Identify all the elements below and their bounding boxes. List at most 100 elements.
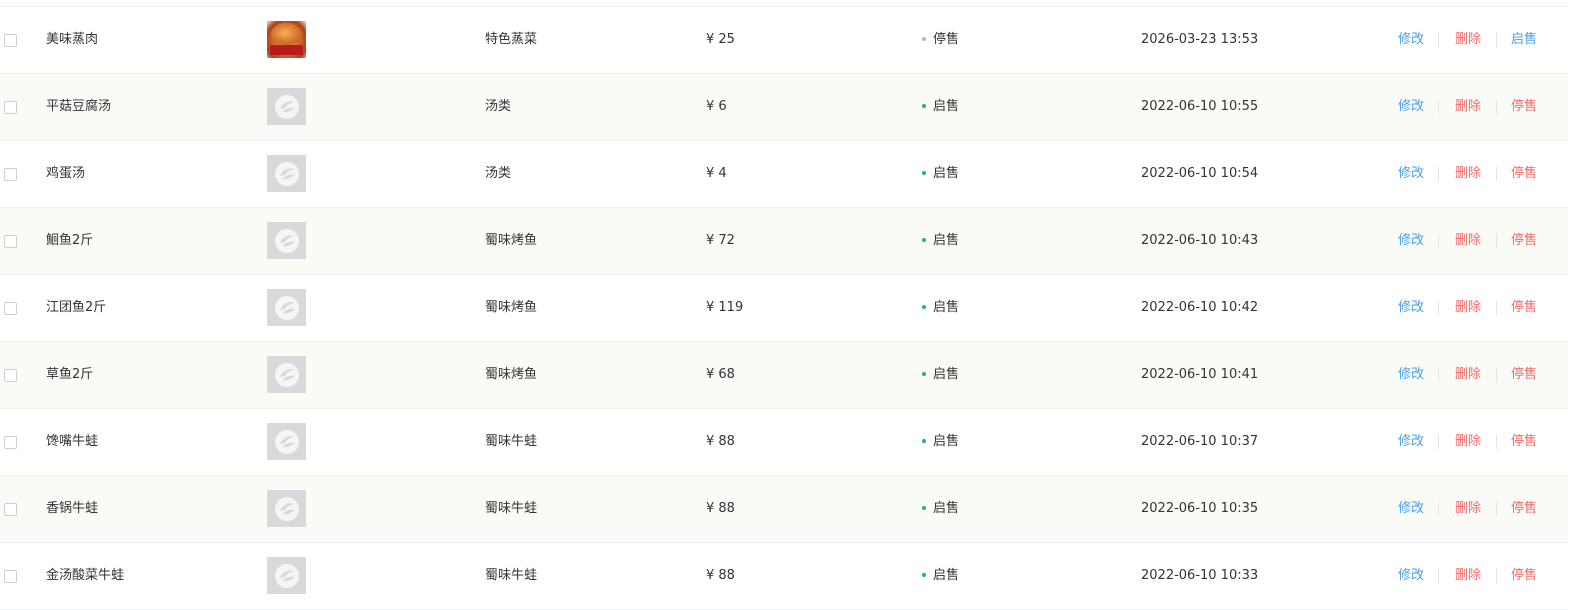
dish-price: ¥ 119 [706, 300, 744, 315]
action-divider [1438, 33, 1439, 47]
toggle-sale-button[interactable]: 停售 [1511, 275, 1537, 341]
status-label: 启售 [933, 434, 960, 449]
status-label: 启售 [933, 166, 960, 181]
edit-button[interactable]: 修改 [1398, 7, 1424, 73]
row-checkbox[interactable] [4, 503, 17, 516]
status-label: 停售 [933, 32, 960, 47]
row-checkbox[interactable] [4, 570, 17, 583]
action-divider [1496, 167, 1497, 181]
toggle-sale-button[interactable]: 停售 [1511, 74, 1537, 140]
status-label: 启售 [933, 501, 960, 516]
edit-button[interactable]: 修改 [1398, 74, 1424, 140]
dish-category: 蜀味烤鱼 [485, 367, 538, 382]
toggle-sale-button[interactable]: 停售 [1511, 141, 1537, 207]
row-checkbox[interactable] [4, 101, 17, 114]
update-time: 2022-06-10 10:55 [1141, 99, 1259, 114]
row-select-cell [4, 342, 18, 408]
placeholder-logo-icon[interactable] [267, 490, 306, 527]
dish-category: 蜀味烤鱼 [485, 233, 538, 248]
status-dot-icon [922, 505, 926, 510]
placeholder-logo-icon[interactable] [267, 289, 306, 326]
dish-category: 蜀味烤鱼 [485, 300, 538, 315]
update-time: 2022-06-10 10:42 [1141, 300, 1259, 315]
toggle-sale-button[interactable]: 停售 [1511, 543, 1537, 609]
toggle-sale-button[interactable]: 停售 [1511, 409, 1537, 475]
edit-button[interactable]: 修改 [1398, 543, 1424, 609]
row-select-cell [4, 141, 18, 207]
status-cell: 启售 [922, 208, 959, 274]
dish-image-cell [267, 543, 306, 609]
table-row: 香锅牛蛙 蜀味牛蛙 ¥ 88 启售 2022-06-10 10:35 修改 删除… [0, 476, 1568, 543]
edit-button[interactable]: 修改 [1398, 208, 1424, 274]
delete-button[interactable]: 删除 [1455, 74, 1481, 140]
action-divider [1438, 234, 1439, 248]
action-divider [1438, 502, 1439, 516]
status-dot-icon [922, 36, 926, 41]
delete-button[interactable]: 删除 [1455, 543, 1481, 609]
delete-button[interactable]: 删除 [1455, 409, 1481, 475]
dish-name: 平菇豆腐汤 [46, 99, 112, 114]
delete-button[interactable]: 删除 [1455, 208, 1481, 274]
dish-photo[interactable] [267, 21, 306, 58]
row-checkbox[interactable] [4, 34, 17, 47]
status-dot-icon [922, 304, 926, 309]
dish-image-cell [267, 208, 306, 274]
dish-image-cell [267, 7, 306, 73]
status-dot-icon [922, 371, 926, 376]
placeholder-logo-icon[interactable] [267, 356, 306, 393]
edit-button[interactable]: 修改 [1398, 275, 1424, 341]
row-checkbox[interactable] [4, 436, 17, 449]
status-label: 启售 [933, 99, 960, 114]
update-time: 2026-03-23 13:53 [1141, 32, 1259, 47]
toggle-sale-button[interactable]: 停售 [1511, 208, 1537, 274]
action-divider [1438, 368, 1439, 382]
action-divider [1438, 301, 1439, 315]
delete-button[interactable]: 删除 [1455, 141, 1481, 207]
dish-image-cell [267, 74, 306, 140]
dish-name: 草鱼2斤 [46, 367, 94, 382]
delete-button[interactable]: 删除 [1455, 275, 1481, 341]
row-select-cell [4, 476, 18, 542]
delete-button[interactable]: 删除 [1455, 476, 1481, 542]
edit-button[interactable]: 修改 [1398, 476, 1424, 542]
placeholder-logo-icon[interactable] [267, 155, 306, 192]
dish-category: 蜀味牛蛙 [485, 568, 538, 583]
placeholder-logo-icon[interactable] [267, 423, 306, 460]
row-select-cell [4, 275, 18, 341]
row-checkbox[interactable] [4, 369, 17, 382]
dish-price: ¥ 88 [706, 568, 735, 583]
edit-button[interactable]: 修改 [1398, 342, 1424, 408]
edit-button[interactable]: 修改 [1398, 141, 1424, 207]
row-checkbox[interactable] [4, 168, 17, 181]
row-checkbox[interactable] [4, 302, 17, 315]
delete-button[interactable]: 删除 [1455, 342, 1481, 408]
toggle-sale-button[interactable]: 启售 [1511, 7, 1537, 73]
row-select-cell [4, 74, 18, 140]
placeholder-logo-icon[interactable] [267, 557, 306, 594]
dish-name: 金汤酸菜牛蛙 [46, 568, 125, 583]
table-row: 金汤酸菜牛蛙 蜀味牛蛙 ¥ 88 启售 2022-06-10 10:33 修改 … [0, 543, 1568, 610]
dish-price: ¥ 25 [706, 32, 735, 47]
action-divider [1496, 33, 1497, 47]
toggle-sale-button[interactable]: 停售 [1511, 476, 1537, 542]
dish-image-cell [267, 342, 306, 408]
placeholder-logo-icon[interactable] [267, 88, 306, 125]
table-row: 江团鱼2斤 蜀味烤鱼 ¥ 119 启售 2022-06-10 10:42 修改 … [0, 275, 1568, 342]
placeholder-logo-icon[interactable] [267, 222, 306, 259]
table-row: 馋嘴牛蛙 蜀味牛蛙 ¥ 88 启售 2022-06-10 10:37 修改 删除… [0, 409, 1568, 476]
edit-button[interactable]: 修改 [1398, 409, 1424, 475]
toggle-sale-button[interactable]: 停售 [1511, 342, 1537, 408]
status-cell: 启售 [922, 543, 959, 609]
dish-price: ¥ 6 [706, 99, 727, 114]
update-time: 2022-06-10 10:37 [1141, 434, 1259, 449]
action-divider [1496, 502, 1497, 516]
dish-price: ¥ 68 [706, 367, 735, 382]
dish-image-cell [267, 141, 306, 207]
action-divider [1496, 301, 1497, 315]
dish-category: 特色蒸菜 [485, 32, 538, 47]
row-checkbox[interactable] [4, 235, 17, 248]
row-select-cell [4, 208, 18, 274]
delete-button[interactable]: 删除 [1455, 7, 1481, 73]
update-time: 2022-06-10 10:33 [1141, 568, 1259, 583]
status-cell: 启售 [922, 74, 959, 140]
